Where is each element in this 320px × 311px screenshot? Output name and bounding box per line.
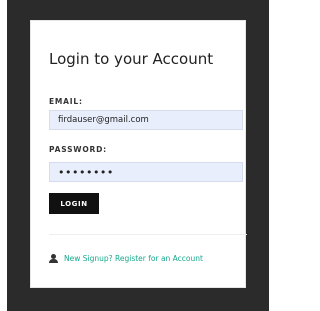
login-card: Login to your Account EMAIL: PASSWORD: L… bbox=[30, 20, 247, 288]
email-field[interactable] bbox=[49, 110, 243, 130]
user-icon bbox=[49, 254, 58, 263]
password-field[interactable] bbox=[49, 162, 243, 182]
email-label: EMAIL: bbox=[49, 97, 83, 106]
page-title: Login to your Account bbox=[49, 50, 214, 68]
password-label: PASSWORD: bbox=[49, 145, 107, 154]
divider bbox=[49, 234, 247, 235]
register-link[interactable]: New Signup? Register for an Account bbox=[49, 254, 203, 263]
register-link-label: New Signup? Register for an Account bbox=[64, 254, 203, 263]
login-button[interactable]: LOGIN bbox=[49, 193, 99, 214]
